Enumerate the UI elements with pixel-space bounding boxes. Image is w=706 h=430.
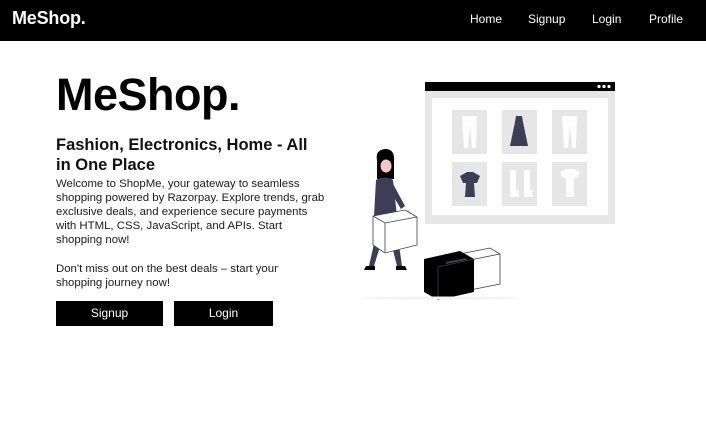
brand-logo[interactable]: MeShop.	[12, 8, 86, 29]
navbar: MeShop. Home Signup Login Profile	[0, 0, 706, 41]
nav-link-profile[interactable]: Profile	[649, 12, 683, 26]
nav-link-home[interactable]: Home	[470, 12, 502, 26]
nav-link-signup[interactable]: Signup	[528, 12, 565, 26]
online-shopping-illustration	[360, 82, 615, 300]
shipping-boxes	[424, 247, 501, 300]
hero-description: Welcome to ShopMe, your gateway to seaml…	[56, 178, 325, 247]
signup-button[interactable]: Signup	[56, 301, 163, 326]
hero-title: MeShop.	[56, 69, 241, 120]
login-button[interactable]: Login	[174, 301, 273, 326]
hero-cta-text: Don't miss out on the best deals – start…	[56, 263, 278, 290]
hero-subtitle: Fashion, Electronics, Home - All in One …	[56, 136, 308, 174]
person-figure	[364, 149, 418, 270]
nav-link-login[interactable]: Login	[592, 12, 621, 26]
floor-shadow	[360, 296, 520, 300]
